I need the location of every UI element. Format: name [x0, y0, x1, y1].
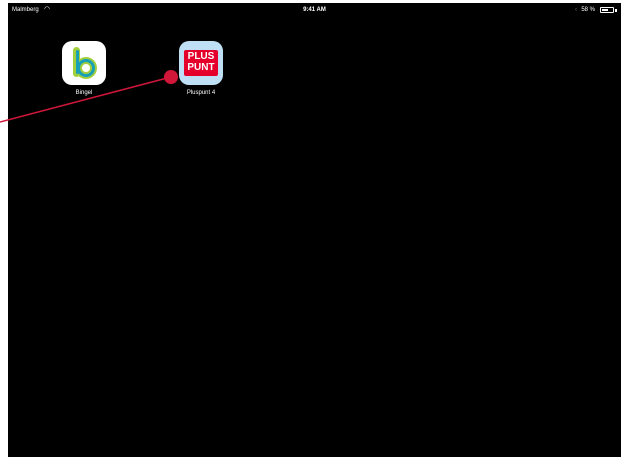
annotation-pointer: [0, 70, 178, 123]
annotation-line: [0, 76, 172, 123]
annotation-dot: [164, 70, 178, 84]
